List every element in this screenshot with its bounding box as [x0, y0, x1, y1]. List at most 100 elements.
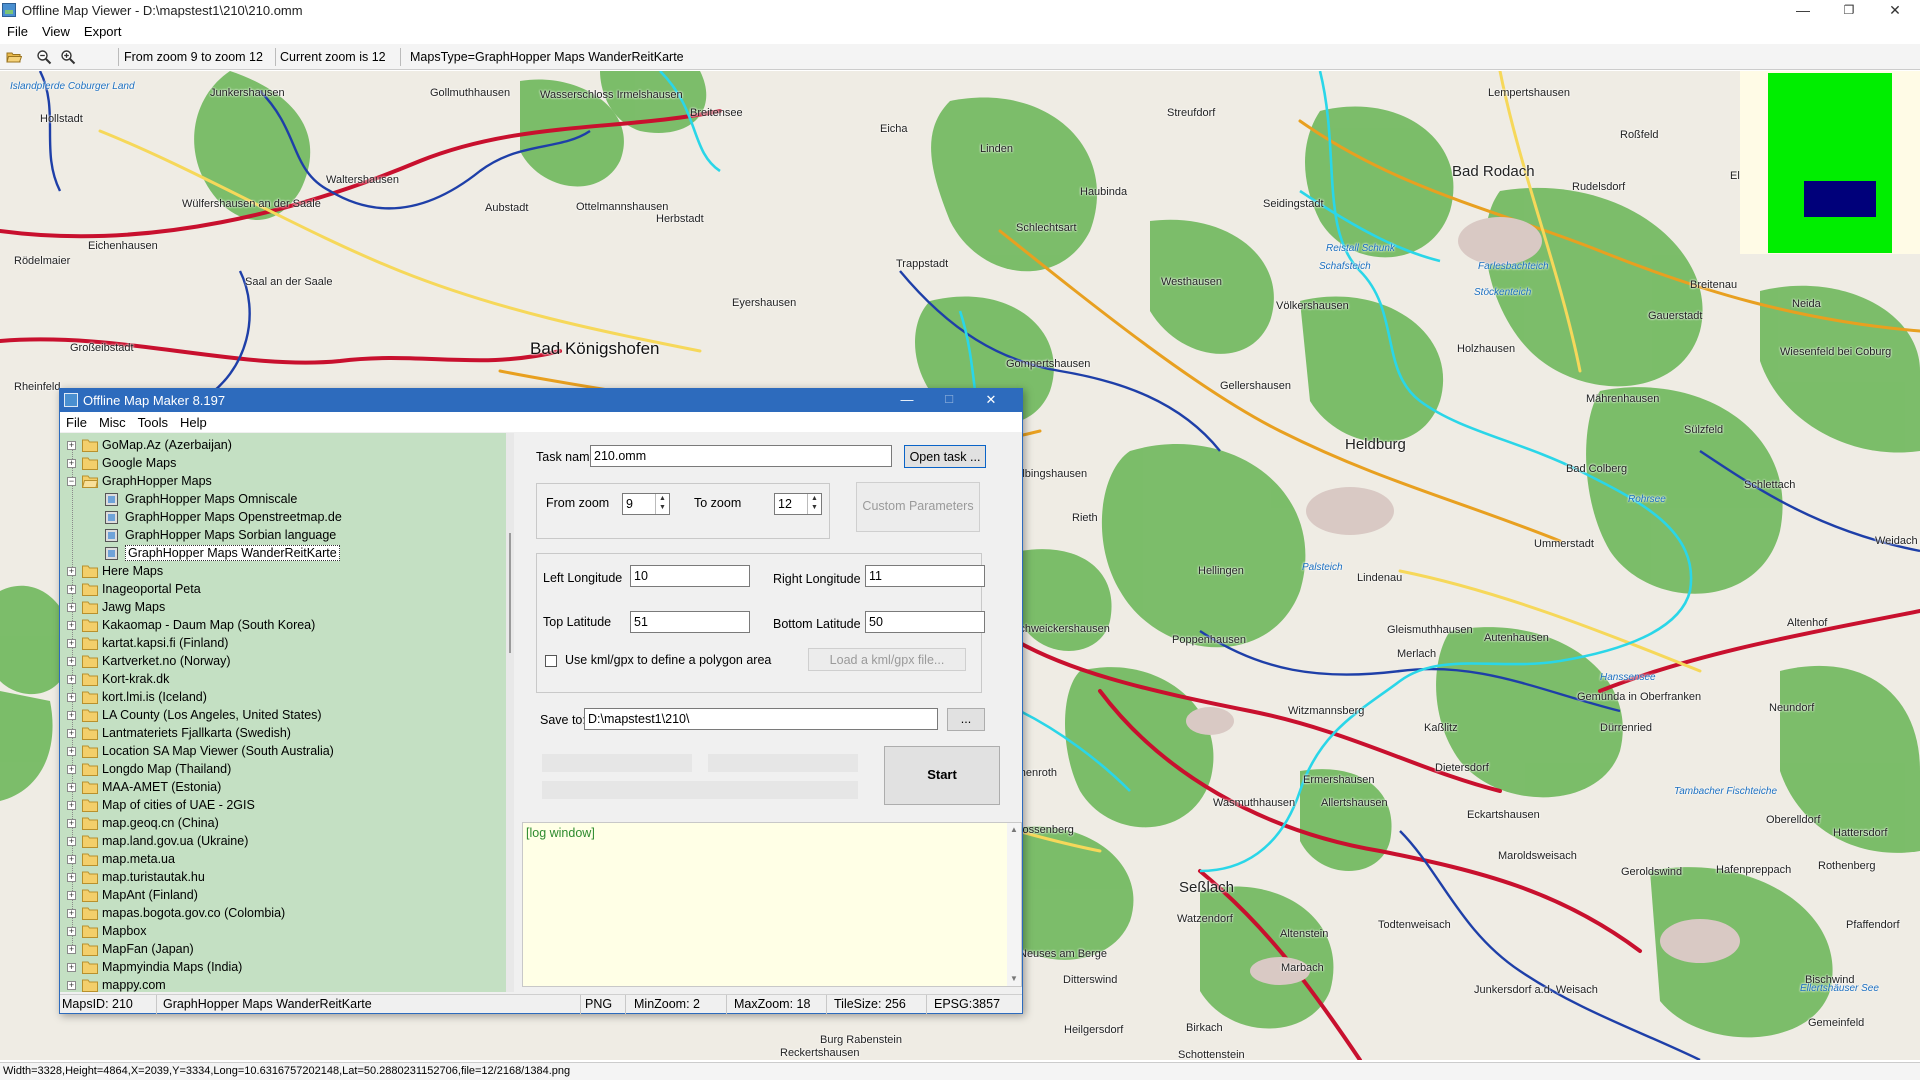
folder-open-icon[interactable] — [6, 49, 22, 65]
close-button[interactable]: ✕ — [1872, 0, 1918, 22]
tree-folder[interactable]: + mappy.com — [60, 977, 506, 992]
expand-icon[interactable]: + — [67, 855, 76, 864]
from-zoom-spinner[interactable]: 9 ▲ ▼ — [622, 493, 670, 515]
restore-button[interactable]: ❐ — [1826, 0, 1872, 22]
zoom-out-icon[interactable] — [36, 49, 52, 65]
dialog-menu-file[interactable]: File — [60, 412, 93, 430]
menu-file[interactable]: File — [0, 22, 35, 39]
custom-parameters-button[interactable]: Custom Parameters — [856, 482, 980, 532]
expand-icon[interactable]: + — [67, 747, 76, 756]
tree-folder[interactable]: + Map of cities of UAE - 2GIS — [60, 797, 506, 815]
tree-folder[interactable]: + map.turistautak.hu — [60, 869, 506, 887]
tree-folder[interactable]: + GoMap.Az (Azerbaijan) — [60, 437, 506, 455]
tree-folder[interactable]: + mapas.bogota.gov.co (Colombia) — [60, 905, 506, 923]
tree-folder[interactable]: + Kort-krak.dk — [60, 671, 506, 689]
right-longitude-input[interactable]: 11 — [865, 565, 985, 587]
top-latitude-input[interactable]: 51 — [630, 611, 750, 633]
log-window[interactable]: [log window] ▲ ▼ — [522, 822, 1022, 987]
tree-folder[interactable]: + MapFan (Japan) — [60, 941, 506, 959]
expand-icon[interactable]: + — [67, 891, 76, 900]
tree-folder[interactable]: + map.geoq.cn (China) — [60, 815, 506, 833]
dialog-close-button[interactable]: ✕ — [970, 389, 1012, 412]
tree-scrollbar[interactable] — [506, 433, 514, 992]
dialog-menu-misc[interactable]: Misc — [93, 412, 132, 430]
spinner-arrows-icon[interactable]: ▲ ▼ — [655, 494, 669, 514]
expand-icon[interactable]: + — [67, 927, 76, 936]
open-task-button[interactable]: Open task ... — [904, 445, 986, 468]
tree-leaf-map[interactable]: GraphHopper Maps Openstreetmap.de — [60, 509, 506, 527]
expand-icon[interactable]: + — [67, 945, 76, 954]
left-longitude-input[interactable]: 10 — [630, 565, 750, 587]
scroll-down-icon[interactable]: ▼ — [1007, 972, 1021, 986]
tree-folder[interactable]: + Kakaomap - Daum Map (South Korea) — [60, 617, 506, 635]
expand-icon[interactable]: + — [67, 459, 76, 468]
tree-folder[interactable]: + map.land.gov.ua (Ukraine) — [60, 833, 506, 851]
tree-folder[interactable]: + Google Maps — [60, 455, 506, 473]
expand-icon[interactable]: + — [67, 711, 76, 720]
dialog-minimize-button[interactable]: — — [886, 389, 928, 412]
task-name-input[interactable]: 210.omm — [590, 445, 892, 467]
tree-folder[interactable]: + MAA-AMET (Estonia) — [60, 779, 506, 797]
expand-icon[interactable]: + — [67, 693, 76, 702]
dialog-maximize-button[interactable]: ☐ — [928, 389, 970, 412]
tree-folder[interactable]: − GraphHopper Maps — [60, 473, 506, 491]
expand-icon[interactable]: + — [67, 441, 76, 450]
overview-minimap[interactable] — [1740, 71, 1920, 254]
bottom-latitude-input[interactable]: 50 — [865, 611, 985, 633]
dialog-menu-help[interactable]: Help — [174, 412, 213, 430]
expand-icon[interactable]: + — [67, 783, 76, 792]
expand-icon[interactable]: + — [67, 765, 76, 774]
tree-folder[interactable]: + LA County (Los Angeles, United States) — [60, 707, 506, 725]
dialog-menu-tools[interactable]: Tools — [132, 412, 174, 430]
use-kml-checkbox[interactable] — [545, 655, 557, 667]
tree-folder[interactable]: + Here Maps — [60, 563, 506, 581]
tree-folder[interactable]: + Location SA Map Viewer (South Australia… — [60, 743, 506, 761]
save-to-input[interactable]: D:\mapstest1\210\ — [584, 708, 938, 730]
browse-folder-button[interactable]: ... — [947, 708, 985, 731]
tree-folder[interactable]: + Mapbox — [60, 923, 506, 941]
expand-icon[interactable]: + — [67, 675, 76, 684]
expand-icon[interactable]: + — [67, 567, 76, 576]
expand-icon[interactable]: + — [67, 963, 76, 972]
start-button[interactable]: Start — [884, 746, 1000, 805]
tree-folder[interactable]: + Jawg Maps — [60, 599, 506, 617]
tree-leaf-map[interactable]: GraphHopper Maps Sorbian language — [60, 527, 506, 545]
expand-icon[interactable]: + — [67, 837, 76, 846]
tree-leaf-map[interactable]: GraphHopper Maps Omniscale — [60, 491, 506, 509]
expand-icon[interactable]: + — [67, 657, 76, 666]
menu-view[interactable]: View — [35, 22, 77, 39]
expand-icon[interactable]: + — [67, 909, 76, 918]
expand-icon[interactable]: + — [67, 819, 76, 828]
tree-folder[interactable]: + Inageoportal Peta — [60, 581, 506, 599]
tree-folder[interactable]: + map.meta.ua — [60, 851, 506, 869]
tree-folder[interactable]: + Longdo Map (Thailand) — [60, 761, 506, 779]
load-kml-button[interactable]: Load a kml/gpx file... — [808, 648, 966, 671]
minimap-viewport[interactable] — [1804, 181, 1876, 217]
expand-icon[interactable]: + — [67, 729, 76, 738]
menu-export[interactable]: Export — [77, 22, 129, 39]
tree-leaf-map[interactable]: GraphHopper Maps WanderReitKarte — [60, 545, 506, 563]
scroll-up-icon[interactable]: ▲ — [1007, 823, 1021, 837]
tree-folder[interactable]: + MapAnt (Finland) — [60, 887, 506, 905]
zoom-in-icon[interactable] — [60, 49, 76, 65]
spinner-arrows-icon[interactable]: ▲ ▼ — [807, 494, 821, 514]
expand-icon[interactable]: + — [67, 621, 76, 630]
expand-icon[interactable]: + — [67, 639, 76, 648]
tree-folder[interactable]: + Kartverket.no (Norway) — [60, 653, 506, 671]
expand-icon[interactable]: + — [67, 603, 76, 612]
tree-folder[interactable]: + Mapmyindia Maps (India) — [60, 959, 506, 977]
expand-icon[interactable]: + — [67, 585, 76, 594]
minimize-button[interactable]: — — [1780, 0, 1826, 22]
collapse-icon[interactable]: − — [67, 477, 76, 486]
expand-icon[interactable]: + — [67, 873, 76, 882]
map-source-tree[interactable]: + GoMap.Az (Azerbaijan) + Google Maps − Graph… — [60, 433, 506, 992]
expand-icon[interactable]: + — [67, 801, 76, 810]
log-scrollbar[interactable]: ▲ ▼ — [1007, 823, 1021, 986]
tree-scrollbar-thumb[interactable] — [509, 533, 511, 653]
tree-folder[interactable]: + kort.lmi.is (Iceland) — [60, 689, 506, 707]
to-zoom-spinner[interactable]: 12 ▲ ▼ — [774, 493, 822, 515]
current-zoom-text: Current zoom is 12 — [280, 50, 386, 64]
tree-folder[interactable]: + Lantmateriets Fjallkarta (Swedish) — [60, 725, 506, 743]
tree-folder[interactable]: + kartat.kapsi.fi (Finland) — [60, 635, 506, 653]
expand-icon[interactable]: + — [67, 981, 76, 990]
